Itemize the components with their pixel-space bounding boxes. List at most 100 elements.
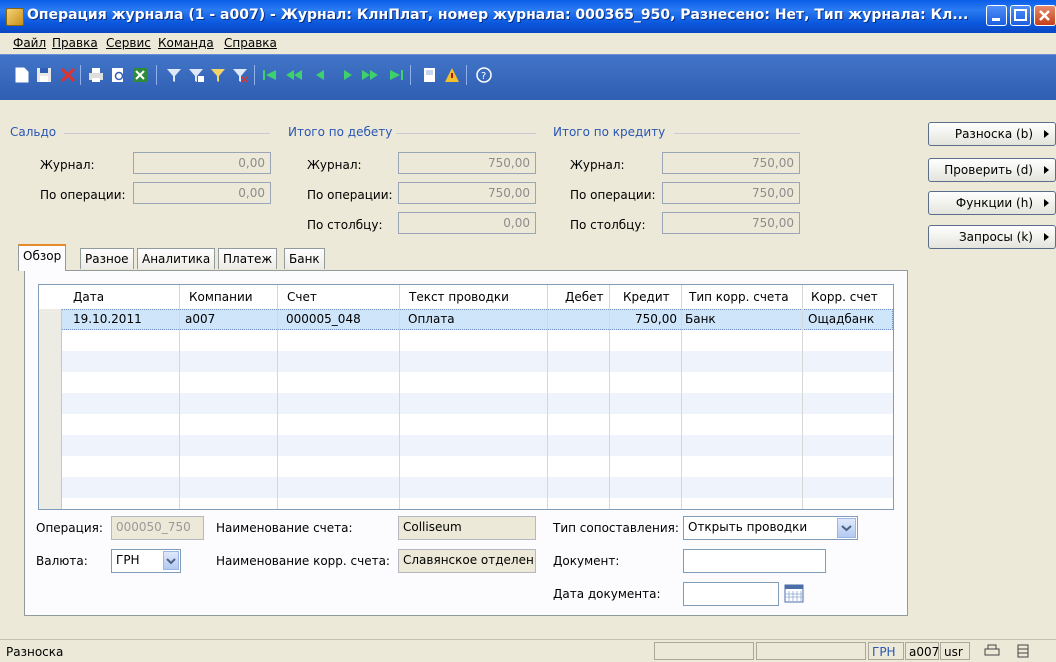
maximize-button[interactable] xyxy=(1010,5,1031,26)
minimize-button[interactable] xyxy=(986,5,1007,26)
menu-bar: Файл Правка Сервис Команда Справка xyxy=(0,33,1056,54)
table-row[interactable] xyxy=(39,477,893,498)
cell-debit[interactable] xyxy=(551,309,605,330)
cell-text[interactable]: Оплата xyxy=(408,309,455,330)
last-record-icon[interactable] xyxy=(386,65,406,85)
posting-button-label: Разноска (b) xyxy=(954,127,1033,141)
corr-account-name-field: Славянское отделен xyxy=(398,549,536,573)
new-icon[interactable] xyxy=(12,65,32,85)
header-company[interactable]: Компании xyxy=(189,285,253,309)
row-selector-column[interactable] xyxy=(39,309,62,509)
app-icon xyxy=(6,8,24,26)
status-database-icon[interactable] xyxy=(1016,644,1030,661)
status-user: usr xyxy=(940,642,970,660)
saldo-journal-field: 0,00 xyxy=(133,152,271,174)
alert-icon[interactable] xyxy=(442,65,462,85)
document-date-field[interactable] xyxy=(683,582,779,606)
title-bar[interactable]: Операция журнала (1 - a007) - Журнал: Кл… xyxy=(0,0,1056,33)
header-date[interactable]: Дата xyxy=(73,285,104,309)
table-row[interactable] xyxy=(39,330,893,351)
next-page-icon[interactable] xyxy=(360,65,380,85)
table-row[interactable] xyxy=(39,414,893,435)
table-row[interactable] xyxy=(39,351,893,372)
close-button[interactable] xyxy=(1034,5,1056,26)
functions-button[interactable]: Функции (h) xyxy=(928,191,1056,215)
tab-misc[interactable]: Разное xyxy=(80,248,134,269)
table-row[interactable] xyxy=(39,435,893,456)
previous-page-icon[interactable] xyxy=(284,65,304,85)
match-type-dropdown-button[interactable] xyxy=(837,518,856,538)
save-icon[interactable] xyxy=(34,65,54,85)
check-button-label: Проверить (d) xyxy=(944,163,1033,177)
first-record-icon[interactable] xyxy=(260,65,280,85)
posting-button[interactable]: Разноска (b) xyxy=(928,122,1056,146)
menu-command[interactable]: Команда xyxy=(158,36,214,50)
check-button[interactable]: Проверить (d) xyxy=(928,158,1056,182)
debit-journal-field: 750,00 xyxy=(398,152,536,174)
table-row[interactable] xyxy=(39,309,893,330)
tab-bank[interactable]: Банк xyxy=(284,248,325,269)
header-credit[interactable]: Кредит xyxy=(623,285,670,309)
menu-help[interactable]: Справка xyxy=(224,36,277,50)
minimize-icon xyxy=(992,18,1000,21)
delete-icon[interactable] xyxy=(58,65,78,85)
toolbar: ? xyxy=(0,54,1056,100)
table-row[interactable] xyxy=(39,456,893,477)
status-bar: Разноска ГРН a007 usr xyxy=(0,639,1056,662)
header-account[interactable]: Счет xyxy=(287,285,317,309)
header-corr-type[interactable]: Тип корр. счета xyxy=(689,285,789,309)
help-icon[interactable]: ? xyxy=(474,65,494,85)
close-icon xyxy=(1039,10,1050,21)
document-field[interactable] xyxy=(683,549,826,573)
header-corr-account[interactable]: Корр. счет xyxy=(811,285,878,309)
credit-column-field: 750,00 xyxy=(662,212,800,234)
menu-tools[interactable]: Сервис xyxy=(106,36,151,50)
previous-record-icon[interactable] xyxy=(310,65,330,85)
saldo-operation-label: По операции: xyxy=(40,188,126,202)
debit-operation-label: По операции: xyxy=(307,188,393,202)
currency-dropdown-button[interactable] xyxy=(163,551,179,570)
cell-credit[interactable]: 750,00 xyxy=(613,309,677,330)
tab-dimensions[interactable]: Аналитика xyxy=(137,248,216,269)
status-currency[interactable]: ГРН xyxy=(868,642,904,660)
status-empty-panel-2 xyxy=(756,642,866,660)
document-label: Документ: xyxy=(553,554,620,568)
lines-grid[interactable]: Дата Компании Счет Текст проводки Дебет … xyxy=(38,284,894,510)
export-excel-icon[interactable] xyxy=(130,65,150,85)
header-debit[interactable]: Дебет xyxy=(565,285,604,309)
tab-payment[interactable]: Платеж xyxy=(218,248,278,269)
advanced-filter-icon[interactable] xyxy=(208,65,228,85)
header-text[interactable]: Текст проводки xyxy=(409,285,509,309)
functions-button-label: Функции (h) xyxy=(955,196,1033,210)
match-type-label: Тип сопоставления: xyxy=(553,521,679,535)
match-type-select[interactable]: Открыть проводки xyxy=(683,516,858,540)
menu-file[interactable]: Файл xyxy=(13,36,46,50)
submenu-arrow-icon xyxy=(1044,233,1049,241)
currency-value: ГРН xyxy=(116,553,140,567)
corr-account-name-label: Наименование корр. счета: xyxy=(216,554,390,568)
filter-by-selection-icon[interactable] xyxy=(164,65,184,85)
calendar-icon[interactable] xyxy=(783,582,805,604)
print-icon[interactable] xyxy=(86,65,106,85)
status-print-icon[interactable] xyxy=(984,644,1000,661)
cell-company[interactable]: a007 xyxy=(185,309,215,330)
tab-overview[interactable]: Обзор xyxy=(18,244,67,271)
filter-by-grid-icon[interactable] xyxy=(186,65,206,85)
remove-filter-icon[interactable] xyxy=(230,65,250,85)
table-row[interactable] xyxy=(39,372,893,393)
document-handling-icon[interactable] xyxy=(420,65,440,85)
cell-corr-account[interactable]: Ощадбанк xyxy=(808,309,874,330)
match-type-value: Открыть проводки xyxy=(688,520,808,534)
cell-corr-type[interactable]: Банк xyxy=(685,309,716,330)
svg-text:?: ? xyxy=(481,71,486,82)
document-date-label: Дата документа: xyxy=(553,587,661,601)
next-record-icon[interactable] xyxy=(338,65,358,85)
inquiries-button[interactable]: Запросы (k) xyxy=(928,225,1056,249)
menu-edit[interactable]: Правка xyxy=(52,36,98,50)
status-company[interactable]: a007 xyxy=(905,642,939,660)
print-preview-icon[interactable] xyxy=(108,65,128,85)
cell-date[interactable]: 19.10.2011 xyxy=(73,309,142,330)
cell-account[interactable]: 000005_048 xyxy=(286,309,361,330)
table-row[interactable] xyxy=(39,393,893,414)
status-empty-panel xyxy=(654,642,754,660)
